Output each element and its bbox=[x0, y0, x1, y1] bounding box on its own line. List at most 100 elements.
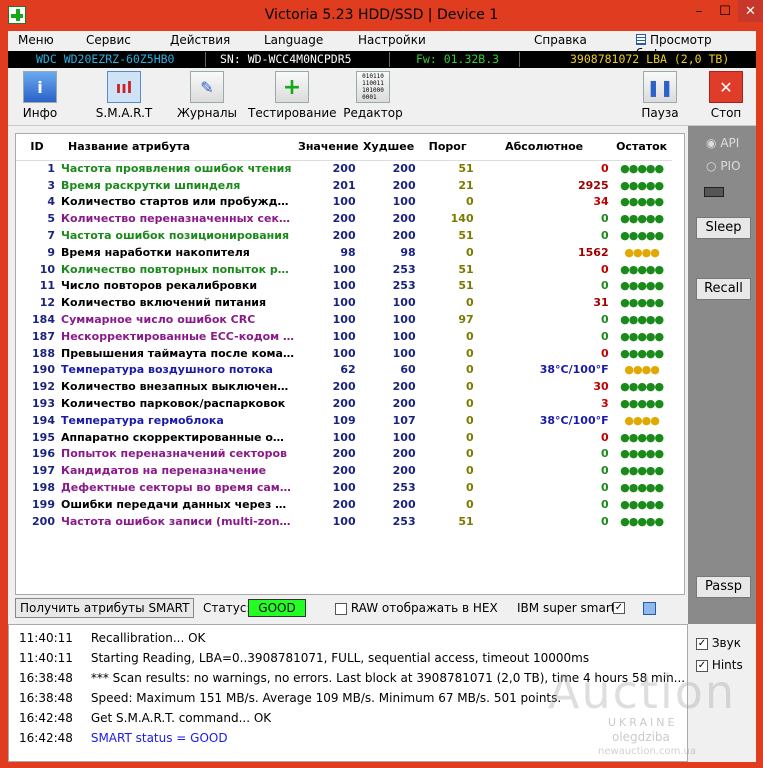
attr-remaining: ●●●●● bbox=[620, 464, 664, 478]
table-row[interactable]: 4 Количество стартов или пробуждений 100 10… bbox=[16, 194, 672, 211]
table-row[interactable]: 197 Кандидатов на переназначение 200 200 0 0 ●… bbox=[16, 462, 672, 479]
raw-hex-box bbox=[335, 602, 347, 615]
attr-id: 190 bbox=[32, 363, 55, 377]
attr-threshold: 0 bbox=[465, 481, 474, 495]
ibm-super-smart-checkbox[interactable]: ✓ bbox=[613, 602, 625, 614]
table-row[interactable]: 190 Температура воздушного потока 62 60 0 38°… bbox=[16, 362, 672, 379]
attr-id: 195 bbox=[32, 430, 55, 444]
status-row: Получить атрибуты SMART Статус: GOOD RAW… bbox=[15, 598, 687, 620]
minimize-button[interactable]: – bbox=[686, 0, 712, 22]
status-badge: GOOD bbox=[248, 599, 306, 617]
table-row[interactable]: 7 Частота ошибок позиционирования 200 200 51… bbox=[16, 227, 672, 244]
get-smart-button[interactable]: Получить атрибуты SMART bbox=[15, 598, 195, 618]
menu-settings[interactable]: Настройки bbox=[358, 33, 426, 47]
log-time: 11:40:11 bbox=[19, 651, 73, 665]
pause-label: Пауза bbox=[641, 106, 679, 120]
pio-radio[interactable]: ○ PIO bbox=[706, 159, 741, 173]
pause-button[interactable]: ❚❚ Пауза bbox=[636, 71, 684, 125]
testing-button[interactable]: + Тестирование bbox=[248, 71, 337, 125]
attr-worst: 200 bbox=[392, 178, 416, 192]
table-row[interactable]: 196 Попыток переназначений секторов 200 200… bbox=[16, 446, 672, 463]
attr-value: 200 bbox=[332, 464, 356, 478]
attr-worst: 107 bbox=[392, 413, 416, 427]
menu-actions[interactable]: Действия bbox=[170, 33, 230, 47]
attr-remaining: ●●●● bbox=[624, 245, 659, 259]
recall-button[interactable]: Recall bbox=[696, 278, 751, 300]
table-row[interactable]: 198 Дефектные секторы во время самот… 100 2… bbox=[16, 479, 672, 496]
attr-name: Температура воздушного потока bbox=[61, 363, 273, 377]
info-icon: i bbox=[23, 71, 57, 103]
attr-value: 201 bbox=[332, 178, 356, 192]
col-worst[interactable]: Худшее bbox=[358, 134, 419, 161]
raw-hex-checkbox[interactable]: RAW отображать в HEX bbox=[335, 601, 498, 615]
table-row[interactable]: 10 Количество повторных попыток раск… 100 2… bbox=[16, 261, 672, 278]
attr-threshold: 51 bbox=[458, 162, 474, 176]
table-row[interactable]: 193 Количество парковок/распарковок 200 200… bbox=[16, 395, 672, 412]
editor-button[interactable]: 010110 110011 101000 0001 Редактор bbox=[342, 71, 404, 125]
table-row[interactable]: 188 Превышения таймаута после команды 100 1… bbox=[16, 345, 672, 362]
table-row[interactable]: 9 Время наработки накопителя 98 98 0 1562 ●●●● bbox=[16, 244, 672, 261]
table-row[interactable]: 194 Температура гермоблока 109 107 0 38°C/100… bbox=[16, 412, 672, 429]
attr-worst: 253 bbox=[392, 481, 416, 495]
menu-language[interactable]: Language bbox=[264, 33, 323, 47]
attr-remaining: ●●●●● bbox=[620, 212, 664, 226]
attr-value: 100 bbox=[332, 514, 356, 528]
attr-name: Нескорректированные ECC-кодом ош… bbox=[61, 329, 298, 343]
smart-table-container: ID Название атрибута Значение Худшее Пор… bbox=[15, 133, 685, 595]
logs-button[interactable]: ✎ Журналы bbox=[176, 71, 238, 125]
attr-threshold: 51 bbox=[458, 262, 474, 276]
smart-button[interactable]: ııl S.M.A.R.T bbox=[92, 71, 156, 125]
log-text: Speed: Maximum 151 MB/s. Average 109 MB/… bbox=[90, 691, 562, 705]
info-button[interactable]: i Инфо bbox=[14, 71, 66, 125]
col-threshold[interactable]: Порог bbox=[418, 134, 477, 161]
stop-button[interactable]: ✕ Стоп bbox=[704, 71, 748, 125]
attr-raw: 31 bbox=[593, 296, 609, 310]
col-attribute-name[interactable]: Название атрибута bbox=[58, 134, 298, 161]
pio-label: PIO bbox=[720, 159, 741, 173]
attr-value: 100 bbox=[332, 313, 356, 327]
attr-name: Кандидатов на переназначение bbox=[61, 464, 267, 478]
col-value[interactable]: Значение bbox=[298, 134, 359, 161]
sound-checkbox[interactable]: ✓ Звук bbox=[696, 636, 741, 650]
attr-name: Время раскрутки шпинделя bbox=[61, 178, 241, 192]
attr-name: Количество внезапных выключений п… bbox=[61, 380, 298, 394]
col-id[interactable]: ID bbox=[16, 134, 58, 161]
attr-raw: 0 bbox=[600, 313, 609, 327]
api-radio[interactable]: ◉ API bbox=[706, 136, 739, 150]
table-row[interactable]: 187 Нескорректированные ECC-кодом ош… 100 1… bbox=[16, 328, 672, 345]
table-row[interactable]: 199 Ошибки передачи данных через DMA 200 20… bbox=[16, 496, 672, 513]
menu-main[interactable]: Меню bbox=[18, 33, 54, 47]
drive-firmware: Fw: 01.32B.3 bbox=[390, 52, 520, 67]
attr-threshold: 0 bbox=[465, 397, 474, 411]
buffer-icon bbox=[636, 34, 646, 45]
col-raw[interactable]: Абсолютное bbox=[476, 134, 612, 161]
passp-button[interactable]: Passp bbox=[696, 576, 751, 598]
table-row[interactable]: 5 Количество переназначенных сектор… 200 20… bbox=[16, 210, 672, 227]
table-row[interactable]: 192 Количество внезапных выключений п… 200… bbox=[16, 378, 672, 395]
attr-value: 109 bbox=[332, 413, 356, 427]
table-row[interactable]: 3 Время раскрутки шпинделя 201 200 21 2925 ●●●… bbox=[16, 177, 672, 194]
attr-raw: 0 bbox=[600, 346, 609, 360]
table-row[interactable]: 1 Частота проявления ошибок чтения 200 200 5… bbox=[16, 160, 672, 177]
attr-id: 197 bbox=[32, 464, 55, 478]
sleep-button[interactable]: Sleep bbox=[696, 217, 751, 239]
smart-attributes-table: ID Название атрибута Значение Худшее Пор… bbox=[16, 134, 672, 530]
col-remaining[interactable]: Остаток bbox=[611, 134, 672, 161]
table-row[interactable]: 12 Количество включений питания 100 100 0 31 ●… bbox=[16, 294, 672, 311]
blue-square-indicator[interactable] bbox=[643, 602, 656, 615]
drive-model: WDC WD20EZRZ-60Z5HB0 bbox=[8, 52, 206, 67]
attr-value: 100 bbox=[332, 262, 356, 276]
attr-threshold: 0 bbox=[465, 413, 474, 427]
table-header-row: ID Название атрибута Значение Худшее Пор… bbox=[16, 134, 672, 161]
maximize-button[interactable]: ☐ bbox=[712, 0, 738, 22]
table-row[interactable]: 11 Число повторов рекалибровки 100 253 51 0 ●●… bbox=[16, 278, 672, 295]
menu-service[interactable]: Сервис bbox=[86, 33, 131, 47]
close-window-button[interactable]: ✕ bbox=[738, 0, 763, 22]
table-row[interactable]: 200 Частота ошибок записи (multi-zone err… bbox=[16, 513, 672, 530]
menu-help[interactable]: Справка bbox=[534, 33, 587, 47]
table-row[interactable]: 195 Аппаратно скорректированные ошибки 100… bbox=[16, 429, 672, 446]
attr-value: 200 bbox=[332, 212, 356, 226]
attr-raw: 3 bbox=[600, 397, 609, 411]
attr-worst: 100 bbox=[392, 430, 416, 444]
table-row[interactable]: 184 Суммарное число ошибок CRC 100 100 97 0 ●●… bbox=[16, 311, 672, 328]
